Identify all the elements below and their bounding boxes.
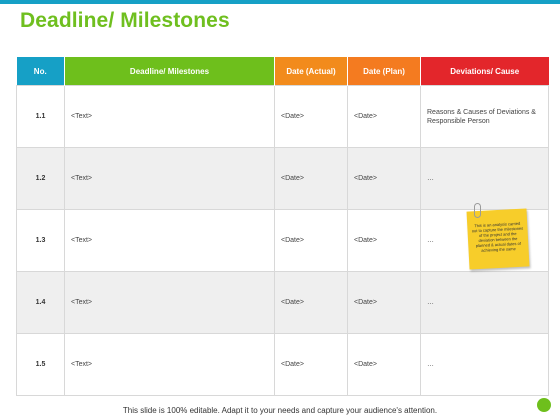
table-row: 1.1 <Text> <Date> <Date> Reasons & Cause…	[16, 85, 549, 148]
date-plan-cell[interactable]: <Date>	[347, 271, 421, 334]
green-circle-decoration	[537, 398, 551, 412]
date-plan-cell[interactable]: <Date>	[347, 209, 421, 272]
date-actual-cell[interactable]: <Date>	[274, 333, 348, 396]
sticky-note-text: This is an analysis carried out to captu…	[471, 220, 524, 253]
deviation-cell[interactable]: …	[420, 271, 549, 334]
table-row: 1.4 <Text> <Date> <Date> …	[16, 271, 549, 334]
header-date-actual: Date (Actual)	[274, 57, 348, 86]
header-no: No.	[16, 57, 65, 86]
date-plan-cell[interactable]: <Date>	[347, 147, 421, 210]
top-accent-bar	[0, 0, 560, 4]
deviation-cell[interactable]: Reasons & Causes of Deviations & Respons…	[420, 85, 549, 148]
table-header-row: No. Deadline/ Milestones Date (Actual) D…	[16, 57, 549, 86]
milestone-cell[interactable]: <Text>	[64, 333, 275, 396]
row-number: 1.5	[16, 333, 65, 396]
header-date-plan: Date (Plan)	[347, 57, 421, 86]
row-number: 1.4	[16, 271, 65, 334]
footer-text: This slide is 100% editable. Adapt it to…	[122, 406, 438, 415]
header-deviations: Deviations/ Cause	[420, 57, 549, 86]
row-number: 1.2	[16, 147, 65, 210]
milestone-cell[interactable]: <Text>	[64, 271, 275, 334]
row-number: 1.3	[16, 209, 65, 272]
date-plan-cell[interactable]: <Date>	[347, 85, 421, 148]
date-actual-cell[interactable]: <Date>	[274, 147, 348, 210]
table-row: 1.2 <Text> <Date> <Date> …	[16, 147, 549, 210]
deviation-cell[interactable]: …	[420, 333, 549, 396]
table-row: 1.5 <Text> <Date> <Date> …	[16, 333, 549, 396]
date-actual-cell[interactable]: <Date>	[274, 271, 348, 334]
milestone-cell[interactable]: <Text>	[64, 147, 275, 210]
date-plan-cell[interactable]: <Date>	[347, 333, 421, 396]
date-actual-cell[interactable]: <Date>	[274, 85, 348, 148]
slide-title: Deadline/ Milestones	[20, 9, 230, 32]
date-actual-cell[interactable]: <Date>	[274, 209, 348, 272]
row-number: 1.1	[16, 85, 65, 148]
paperclip-icon	[474, 203, 481, 218]
milestone-cell[interactable]: <Text>	[64, 85, 275, 148]
header-milestones: Deadline/ Milestones	[64, 57, 275, 86]
deviation-cell[interactable]: …	[420, 147, 549, 210]
milestone-cell[interactable]: <Text>	[64, 209, 275, 272]
